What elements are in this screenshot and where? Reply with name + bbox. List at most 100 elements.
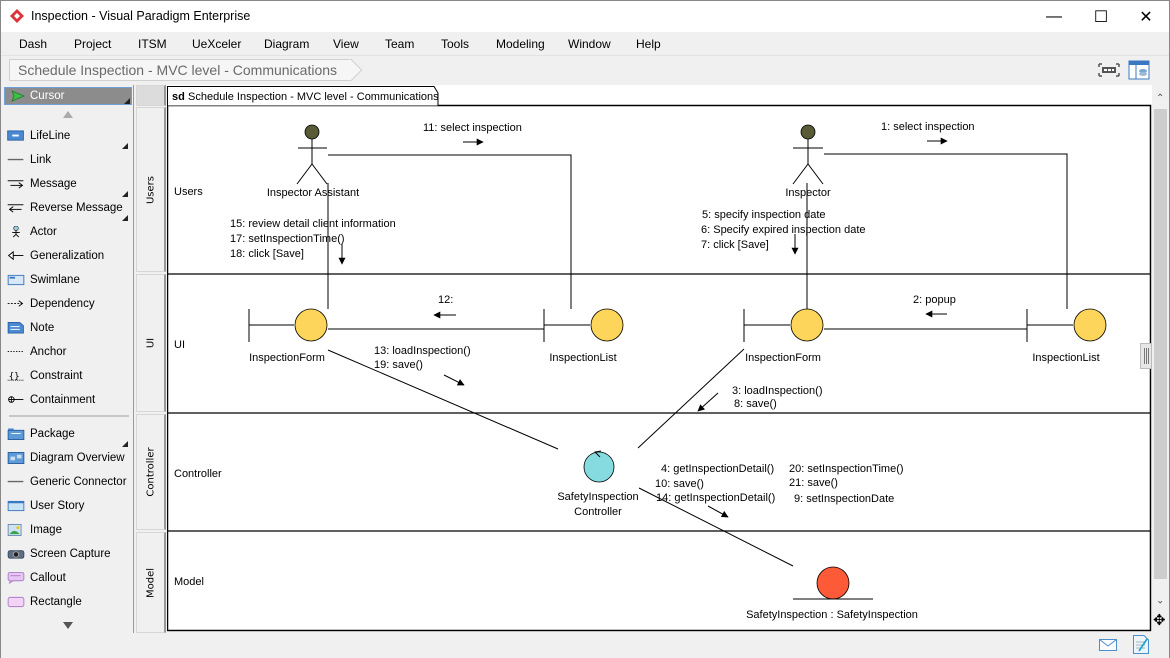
message-envelope-icon[interactable]	[1099, 639, 1117, 651]
link-form-controller[interactable]	[327, 349, 559, 450]
message-label[interactable]: 14: getInspectionDetail()	[656, 492, 775, 504]
vertical-scrollbar[interactable]: ⌃ ⌃ ✥	[1140, 85, 1169, 633]
scrollbar-track[interactable]	[1154, 109, 1167, 579]
swimlane-icon	[7, 274, 25, 286]
palette-item-actor[interactable]: Actor	[7, 223, 131, 241]
message-label[interactable]: 11: select inspection	[423, 122, 522, 134]
palette-scroll-up-icon[interactable]	[63, 111, 73, 118]
palette-item-rectangle[interactable]: Rectangle	[7, 593, 131, 611]
palette-item-generic-connector[interactable]: Generic Connector	[7, 473, 131, 491]
message-label[interactable]: 6: Specify expired inspection date	[701, 224, 866, 236]
palette-item-constraint[interactable]: {} Constraint	[7, 367, 131, 385]
message-label[interactable]: 21: save()	[789, 477, 838, 489]
menu-uexceler[interactable]: UeXceler	[192, 37, 241, 51]
palette-item-user-story[interactable]: User Story	[7, 497, 131, 515]
message-label[interactable]: 4: getInspectionDetail()	[661, 463, 774, 475]
message-label[interactable]: 20: setInspectionTime()	[789, 463, 904, 475]
palette-item-message[interactable]: Message	[7, 175, 131, 197]
minimize-button[interactable]: —	[1031, 1, 1077, 32]
menu-project[interactable]: Project	[74, 37, 111, 51]
panel-resize-handle[interactable]	[1140, 343, 1152, 369]
message-label[interactable]: 2: popup	[913, 294, 956, 306]
message-label[interactable]: 7: click [Save]	[701, 239, 769, 251]
palette-item-generalization[interactable]: Generalization	[7, 247, 131, 265]
menu-team[interactable]: Team	[385, 37, 414, 51]
palette-item-reverse-message[interactable]: Reverse Message	[7, 199, 131, 221]
boundary-inspection-form-2[interactable]: InspectionForm	[743, 308, 824, 364]
close-button[interactable]: ✕	[1123, 1, 1169, 32]
actor-inspector-assistant[interactable]: Inspector Assistant	[267, 124, 359, 199]
boundary-inspection-list-1[interactable]: InspectionList	[543, 308, 624, 364]
entity-safety-inspection[interactable]: SafetyInspection : SafetyInspection	[746, 566, 918, 621]
palette-item-callout[interactable]: Callout	[7, 569, 131, 587]
palette-item-diagram-overview[interactable]: Diagram Overview	[7, 449, 131, 467]
controller-safety-inspection[interactable]: SafetyInspection Controller	[557, 450, 639, 518]
actor-inspector[interactable]: Inspector	[785, 124, 831, 199]
palette-item-screen-capture[interactable]: Screen Capture	[7, 545, 131, 563]
frame-title: Schedule Inspection - MVC level - Commun…	[188, 91, 439, 103]
scroll-up-icon[interactable]: ⌃	[1156, 93, 1164, 104]
scroll-down-icon[interactable]: ⌃	[1156, 593, 1164, 604]
anchor-icon	[7, 351, 24, 352]
title-bar: Inspection - Visual Paradigm Enterprise …	[1, 1, 1169, 32]
palette-item-anchor[interactable]: Anchor	[7, 343, 131, 361]
palette-item-label: Image	[30, 524, 62, 536]
rectangle-icon	[7, 596, 25, 608]
pan-move-icon[interactable]: ✥	[1153, 613, 1166, 628]
palette-item-note[interactable]: Note	[7, 319, 131, 337]
diagram-canvas[interactable]: sd Schedule Inspection - MVC level - Com…	[167, 85, 1152, 632]
maximize-button[interactable]: ☐	[1078, 1, 1124, 32]
message-label[interactable]: 3: loadInspection()	[732, 385, 823, 397]
message-label[interactable]: 10: save()	[655, 478, 704, 490]
menu-dash[interactable]: Dash	[19, 37, 47, 51]
link-assistant-list[interactable]	[328, 154, 572, 309]
screen-capture-icon	[7, 550, 25, 559]
diagram-navigator-icon[interactable]	[1128, 60, 1150, 80]
palette-item-dependency[interactable]: Dependency	[7, 295, 131, 313]
message-label[interactable]: 12:	[438, 294, 453, 306]
palette-item-label: Link	[30, 154, 52, 166]
palette-item-link[interactable]: Link	[7, 151, 131, 169]
palette-item-lifeline[interactable]: LifeLine	[7, 127, 131, 149]
palette-item-containment[interactable]: Containment	[7, 391, 131, 409]
lane-label-controller: Controller	[174, 468, 222, 480]
lane-tab-model[interactable]: Model	[136, 532, 166, 633]
menu-view[interactable]: View	[333, 37, 359, 51]
message-label[interactable]: 13: loadInspection()	[374, 345, 471, 357]
message-label[interactable]: 18: click [Save]	[230, 248, 304, 260]
lane-tab-label: Model	[145, 567, 156, 598]
message-label[interactable]: 5: specify inspection date	[702, 209, 826, 221]
edit-document-icon[interactable]	[1133, 635, 1149, 654]
menu-diagram[interactable]: Diagram	[264, 37, 309, 51]
message-label[interactable]: 9: setInspectionDate	[794, 493, 894, 505]
menu-modeling[interactable]: Modeling	[496, 37, 545, 51]
breadcrumb[interactable]: Schedule Inspection - MVC level - Commun…	[9, 59, 353, 81]
diagram-frame	[167, 104, 1152, 632]
palette-item-label: Generalization	[30, 250, 105, 262]
palette-item-label: Swimlane	[30, 274, 80, 286]
lane-tab-controller[interactable]: Controller	[136, 414, 166, 530]
palette-separator	[9, 415, 129, 417]
fit-diagram-icon[interactable]	[1098, 60, 1120, 80]
palette-scroll-down-icon[interactable]	[63, 622, 73, 629]
breadcrumb-bar: Schedule Inspection - MVC level - Commun…	[1, 55, 1169, 85]
palette-cursor-tool[interactable]: Cursor	[4, 87, 132, 105]
menu-window[interactable]: Window	[568, 37, 611, 51]
message-label[interactable]: 8: save()	[734, 398, 777, 410]
menu-itsm[interactable]: ITSM	[138, 37, 167, 51]
message-label[interactable]: 15: review detail client information	[230, 218, 396, 230]
menu-help[interactable]: Help	[636, 37, 661, 51]
message-label[interactable]: 19: save()	[374, 359, 423, 371]
palette-item-image[interactable]: Image	[7, 521, 131, 539]
menu-tools[interactable]: Tools	[441, 37, 469, 51]
link-form2-controller[interactable]	[637, 348, 745, 449]
lane-tab-users[interactable]: Users	[136, 107, 166, 272]
boundary-inspection-list-2[interactable]: InspectionList	[1026, 308, 1107, 364]
message-label[interactable]: 1: select inspection	[881, 121, 975, 133]
boundary-inspection-form-1[interactable]: InspectionForm	[248, 308, 328, 364]
menu-bar: Dash Project ITSM UeXceler Diagram View …	[1, 32, 1169, 55]
lane-tab-ui[interactable]: UI	[136, 274, 166, 412]
message-label[interactable]: 17: setInspectionTime()	[230, 233, 345, 245]
palette-item-package[interactable]: Package	[7, 425, 131, 447]
palette-item-swimlane[interactable]: Swimlane	[7, 271, 131, 289]
